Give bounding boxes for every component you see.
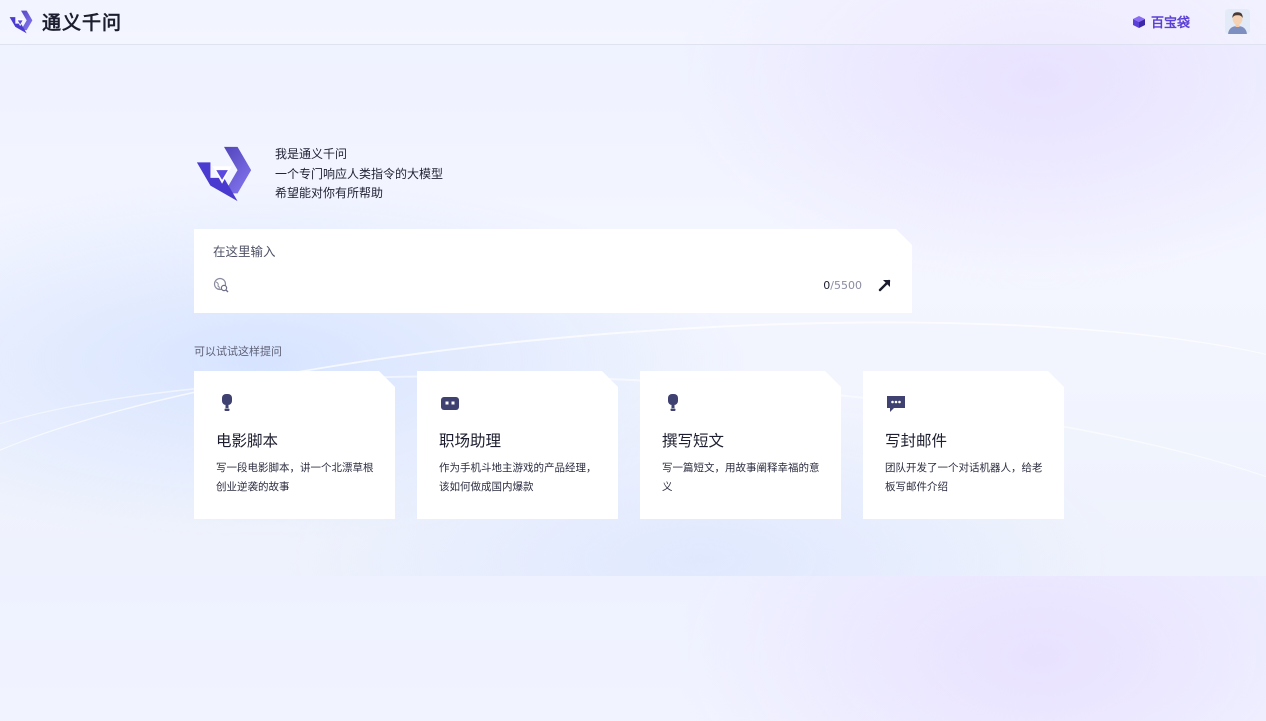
card-description: 团队开发了一个对话机器人，给老板写邮件介绍 — [885, 462, 1043, 493]
robot-icon — [441, 397, 459, 410]
suggestion-card-short-essay[interactable]: 撰写短文 写一篇短文，用故事阐释幸福的意义 — [640, 371, 841, 519]
intro-section: 我是通义千问 一个专门响应人类指令的大模型 希望能对你有所帮助 — [193, 143, 443, 205]
card-title: 撰写短文 — [662, 432, 725, 450]
suggestion-card-movie-script[interactable]: 电影脚本 写一段电影脚本，讲一个北漂草根创业逆袭的故事 — [194, 371, 395, 519]
char-counter: 0/5500 — [823, 279, 862, 292]
card-title: 电影脚本 — [216, 432, 279, 450]
card-description: 作为手机斗地主游戏的产品经理，该如何做成国内爆款 — [439, 462, 597, 493]
suggestions-title: 可以试试这样提问 — [194, 345, 282, 358]
tongyi-logo-icon — [9, 10, 33, 33]
chat-icon — [887, 396, 905, 412]
treasure-bag-button[interactable]: 百宝袋 — [1132, 12, 1190, 31]
bulb-icon — [222, 394, 232, 411]
char-count-max: /5500 — [830, 279, 862, 292]
web-search-icon[interactable] — [213, 277, 229, 293]
chat-input[interactable] — [213, 244, 813, 259]
card-description: 写一篇短文，用故事阐释幸福的意义 — [662, 462, 820, 493]
brand-name: 通义千问 — [42, 12, 123, 34]
send-arrow-icon[interactable] — [876, 276, 894, 294]
user-avatar[interactable] — [1225, 9, 1250, 34]
brand[interactable]: 通义千问 — [8, 8, 122, 35]
cube-icon — [1132, 15, 1145, 28]
suggestion-card-work-assistant[interactable]: 职场助理 作为手机斗地主游戏的产品经理，该如何做成国内爆款 — [417, 371, 618, 519]
top-bar: 通义千问 百宝袋 — [0, 0, 1266, 45]
treasure-bag-label: 百宝袋 — [1150, 16, 1190, 31]
suggestion-card-write-email[interactable]: 写封邮件 团队开发了一个对话机器人，给老板写邮件介绍 — [863, 371, 1064, 519]
chat-input-box: 0/5500 — [194, 229, 912, 313]
intro-line: 我是通义千问 — [275, 147, 348, 161]
card-title: 写封邮件 — [885, 432, 948, 450]
intro-text: 我是通义千问 一个专门响应人类指令的大模型 希望能对你有所帮助 — [275, 145, 443, 205]
bulb-icon — [668, 394, 678, 411]
card-description: 写一段电影脚本，讲一个北漂草根创业逆袭的故事 — [216, 462, 374, 493]
avatar-icon — [1225, 9, 1250, 34]
tongyi-logo-icon — [196, 146, 252, 202]
suggestion-cards: 电影脚本 写一段电影脚本，讲一个北漂草根创业逆袭的故事 职场助理 作为手机斗地主… — [194, 371, 1064, 519]
card-title: 职场助理 — [439, 432, 502, 450]
intro-line: 希望能对你有所帮助 — [275, 186, 384, 200]
intro-line: 一个专门响应人类指令的大模型 — [275, 166, 444, 181]
